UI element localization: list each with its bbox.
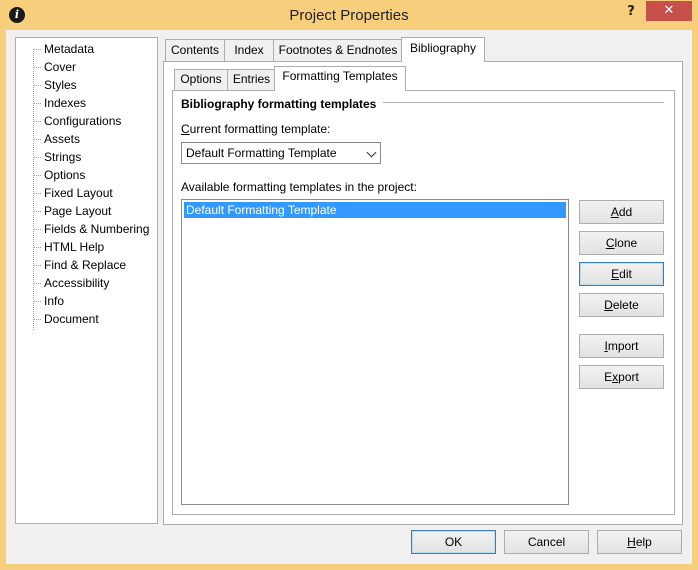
tree-item-label: Configurations [44, 114, 122, 128]
templates-listbox[interactable]: Default Formatting Template [181, 199, 569, 505]
tab-contents[interactable]: Contents [165, 39, 225, 61]
add-button[interactable]: Add [579, 200, 664, 224]
tree-item-find-replace[interactable]: Find & Replace [33, 256, 127, 274]
tree-item-label: Find & Replace [44, 258, 127, 272]
tree-item-label: Page Layout [44, 204, 112, 218]
tree-item-cover[interactable]: Cover [33, 58, 77, 76]
section-divider [383, 102, 664, 103]
tree-item-label: Options [44, 168, 86, 182]
tab-formatting-templates[interactable]: Formatting Templates [274, 66, 406, 91]
window-title: Project Properties [289, 7, 409, 24]
tree-item-styles[interactable]: Styles [33, 76, 78, 94]
help-button[interactable]: Help [597, 530, 682, 554]
tree-item-configurations[interactable]: Configurations [33, 112, 122, 130]
tree-item-strings[interactable]: Strings [33, 148, 82, 166]
tree-item-html-help[interactable]: HTML Help [33, 238, 105, 256]
tree-item-fields-numbering[interactable]: Fields & Numbering [33, 220, 150, 238]
help-icon[interactable]: ? [620, 2, 642, 22]
tree-item-label: HTML Help [44, 240, 105, 254]
tab-entries[interactable]: Entries [227, 69, 276, 90]
tree-item-accessibility[interactable]: Accessibility [33, 274, 110, 292]
tree-item-options[interactable]: Options [33, 166, 86, 184]
tree-item-indexes[interactable]: Indexes [33, 94, 88, 112]
tree-item-label: Document [44, 312, 99, 326]
dialog-client-area: Metadata Cover Styles Indexes Configurat… [6, 30, 692, 564]
category-tree[interactable]: Metadata Cover Styles Indexes Configurat… [15, 37, 158, 524]
tab-options[interactable]: Options [174, 69, 228, 90]
tree-item-label: Fields & Numbering [44, 222, 150, 236]
ok-button[interactable]: OK [411, 530, 496, 554]
export-button[interactable]: Export [579, 365, 664, 389]
tree-item-label: Strings [44, 150, 82, 164]
tree-item-page-layout[interactable]: Page Layout [33, 202, 112, 220]
tree-item-label: Fixed Layout [44, 186, 113, 200]
project-properties-window: i Project Properties ? ✕ Metadata Cover … [0, 0, 698, 570]
tree-item-label: Accessibility [44, 276, 110, 290]
list-item[interactable]: Default Formatting Template [184, 202, 566, 218]
tree-item-label: Metadata [44, 42, 95, 56]
tree-item-label: Styles [44, 78, 77, 92]
tree-item-label: Info [44, 294, 65, 308]
chevron-down-icon [366, 147, 377, 158]
current-template-label: Current formatting template: [181, 122, 331, 136]
tree-item-info[interactable]: Info [33, 292, 65, 310]
edit-button[interactable]: Edit [579, 262, 664, 286]
tree-item-label: Cover [44, 60, 77, 74]
title-bar[interactable]: i Project Properties ? ✕ [0, 0, 698, 30]
tree-item-label: Assets [44, 132, 81, 146]
section-title: Bibliography formatting templates [181, 97, 377, 111]
tab-bibliography[interactable]: Bibliography [401, 37, 485, 62]
tree-item-label: Indexes [43, 96, 88, 110]
delete-button[interactable]: Delete [579, 293, 664, 317]
clone-button[interactable]: Clone [579, 231, 664, 255]
close-icon[interactable]: ✕ [646, 1, 692, 21]
tree-item-document[interactable]: Document [33, 310, 100, 328]
cancel-button[interactable]: Cancel [504, 530, 589, 554]
import-button[interactable]: Import [579, 334, 664, 358]
current-template-select[interactable]: Default Formatting Template [181, 142, 381, 164]
tree-item-metadata[interactable]: Metadata [33, 40, 95, 58]
current-template-value: Default Formatting Template [186, 146, 337, 160]
tab-index[interactable]: Index [224, 39, 274, 61]
available-templates-label: Available formatting templates in the pr… [181, 180, 417, 194]
tab-footnotes-endnotes[interactable]: Footnotes & Endnotes [273, 39, 403, 61]
tree-item-fixed-layout[interactable]: Fixed Layout [33, 184, 114, 202]
tree-item-assets[interactable]: Assets [33, 130, 81, 148]
